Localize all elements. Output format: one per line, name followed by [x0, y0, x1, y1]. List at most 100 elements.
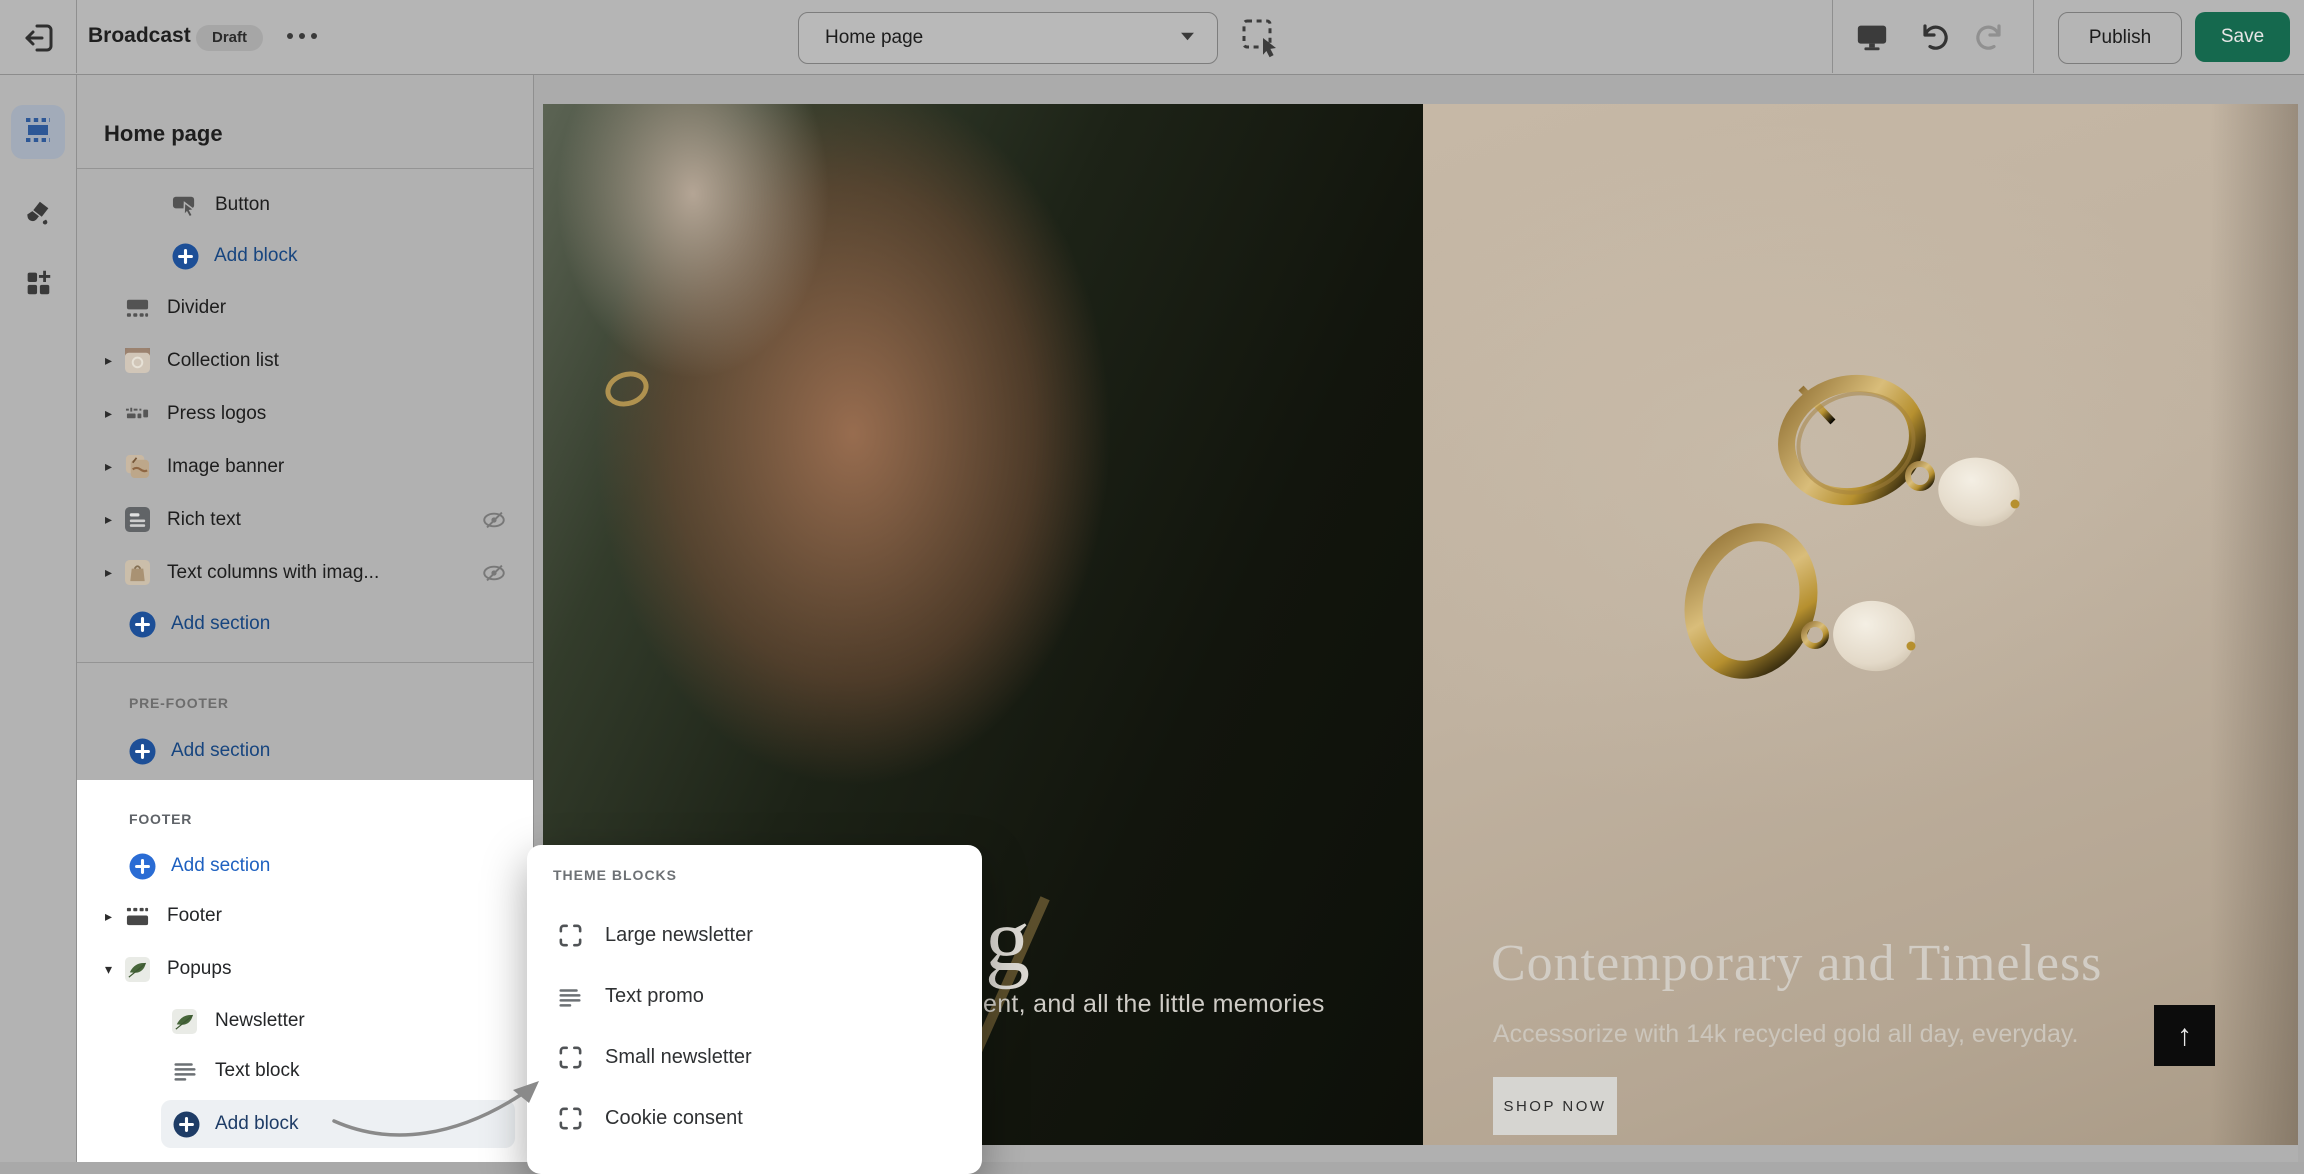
undo-button[interactable] [1916, 20, 1950, 54]
divider-thumb-icon [125, 295, 151, 321]
undo-icon [1916, 41, 1950, 58]
sidebar-item-newsletter[interactable]: Newsletter [77, 996, 533, 1046]
sidebar-item-label: Newsletter [215, 1010, 305, 1032]
sidebar-page-title: Home page [104, 121, 223, 147]
rail-tab-theme-settings[interactable] [11, 188, 65, 242]
button-cursor-icon [172, 192, 198, 218]
hero-subtitle: Accessorize with 14k recycled gold all d… [1493, 1020, 2078, 1049]
popup-item-large-newsletter[interactable]: Large newsletter [527, 905, 982, 966]
sidebar-item-add-section[interactable]: Add section [77, 599, 533, 649]
status-badge: Draft [196, 25, 263, 51]
sidebar-item-add-section[interactable]: Add section [77, 842, 533, 890]
redo-button[interactable] [1974, 20, 2008, 54]
frame-icon [557, 1044, 585, 1072]
theme-name: Broadcast [88, 24, 191, 48]
publish-button[interactable]: Publish [2058, 12, 2182, 64]
frame-icon [557, 922, 585, 950]
chevron-down-icon [1180, 29, 1195, 47]
sidebar-item-label: Button [215, 194, 270, 216]
save-button[interactable]: Save [2195, 12, 2290, 62]
sidebar-item-label: Add block [214, 245, 297, 267]
sidebar-item-button[interactable]: Button [77, 178, 533, 231]
collection-thumb-icon [125, 348, 151, 374]
exit-editor-button[interactable] [21, 20, 57, 56]
disclosure-triangle-icon[interactable]: ▸ [105, 511, 125, 528]
sidebar-item-popups[interactable]: ▾ Popups [77, 942, 533, 996]
sidebar-item-label: Press logos [167, 403, 266, 425]
sections-icon [21, 113, 55, 152]
sidebar-item-add-section[interactable]: Add section [77, 726, 533, 776]
back-to-top-button[interactable]: ↑ [2154, 1005, 2215, 1066]
sidebar-item-label: Divider [167, 297, 226, 319]
popup-item-small-newsletter[interactable]: Small newsletter [527, 1027, 982, 1088]
sidebar-item-label: Add section [171, 613, 270, 635]
marquee-select-icon [1240, 46, 1282, 63]
disclosure-triangle-icon[interactable]: ▸ [105, 564, 125, 581]
hidden-eye-icon[interactable] [481, 507, 507, 533]
theme-settings-brush-icon [22, 197, 54, 234]
disclosure-triangle-icon[interactable]: ▸ [105, 908, 125, 925]
hero-slide-earrings: Contemporary and Timeless Accessorize wi… [1423, 104, 2298, 1145]
sidebar-item-press-logos[interactable]: ▸ Press logos [77, 387, 533, 440]
add-plus-icon [129, 611, 156, 638]
disclosure-triangle-icon[interactable]: ▸ [105, 458, 125, 475]
theme-editor-app: Broadcast Draft Home page [0, 0, 2304, 1162]
leaf-thumb-icon [125, 956, 151, 982]
footer-group-panel: FOOTER Add section ▸Footer ▾ Popups Newslett… [77, 780, 533, 1162]
sidebar-item-divider[interactable]: Divider [77, 281, 533, 334]
sidebar-item-label: Popups [167, 958, 231, 980]
sidebar-item-label: Rich text [167, 509, 241, 531]
topbar: Broadcast Draft Home page [0, 0, 2304, 75]
popup-item-text-promo[interactable]: Text promo [527, 966, 982, 1027]
sidebar-item-text-columns-with-imag[interactable]: ▸Text columns with imag... [77, 546, 533, 599]
device-preview-button[interactable] [1855, 20, 1889, 54]
hidden-eye-icon[interactable] [481, 560, 507, 586]
sidebar-item-label: Add section [171, 740, 270, 762]
sidebar-item-label: Collection list [167, 350, 279, 372]
sidebar-item-image-banner[interactable]: ▸Image banner [77, 440, 533, 493]
exit-icon [21, 43, 57, 60]
topbar-divider [2033, 0, 2034, 73]
inspect-element-button[interactable] [1240, 17, 1282, 59]
editor-left-rail [0, 74, 77, 1162]
sidebar-item-add-block[interactable]: Add block [161, 1100, 515, 1148]
divider [77, 168, 533, 169]
more-icon [311, 33, 317, 39]
sidebar-item-label: Text block [215, 1060, 299, 1082]
image-thumb-icon [125, 454, 151, 480]
popup-item-label: Small newsletter [605, 1046, 752, 1069]
more-icon [287, 33, 293, 39]
popup-item-cookie-consent[interactable]: Cookie consent [527, 1088, 982, 1149]
shop-now-button[interactable]: SHOP NOW [1493, 1077, 1617, 1135]
popup-item-label: Large newsletter [605, 924, 753, 947]
monitor-icon [1855, 41, 1889, 58]
back-to-top-arrow-icon: ↑ [2177, 1019, 2192, 1053]
page-selector-value: Home page [825, 27, 923, 49]
add-plus-icon [172, 243, 199, 270]
sidebar-item-footer[interactable]: ▸Footer [77, 890, 533, 942]
gold-ring [601, 366, 653, 412]
page-selector-dropdown[interactable]: Home page [798, 12, 1218, 64]
textlines-icon [172, 1058, 198, 1084]
press-thumb-icon [125, 401, 151, 427]
disclosure-triangle-icon[interactable]: ▸ [105, 352, 125, 369]
more-actions-button[interactable] [287, 33, 317, 39]
rail-tab-apps[interactable] [11, 258, 65, 312]
hero-headline-fragment: g [985, 896, 1030, 986]
sidebar-item-add-block[interactable]: Add block [77, 231, 533, 281]
sidebar-item-rich-text[interactable]: ▸ Rich text [77, 493, 533, 546]
disclosure-triangle-icon[interactable]: ▾ [105, 961, 125, 978]
disclosure-triangle-icon[interactable]: ▸ [105, 405, 125, 422]
rail-tab-sections[interactable] [11, 105, 65, 159]
leaf-thumb-icon [172, 1008, 198, 1034]
popup-item-label: Text promo [605, 985, 704, 1008]
sidebar-item-text-block[interactable]: Text block [77, 1046, 533, 1096]
more-icon [299, 33, 305, 39]
popup-item-label: Cookie consent [605, 1107, 743, 1130]
group-label-footer: FOOTER [77, 796, 533, 842]
sidebar-item-collection-list[interactable]: ▸ Collection list [77, 334, 533, 387]
topbar-divider [76, 0, 77, 73]
hero-title: Contemporary and Timeless [1491, 934, 2102, 993]
sidebar-item-label: Add section [171, 855, 270, 877]
popup-title: THEME BLOCKS [553, 867, 982, 905]
